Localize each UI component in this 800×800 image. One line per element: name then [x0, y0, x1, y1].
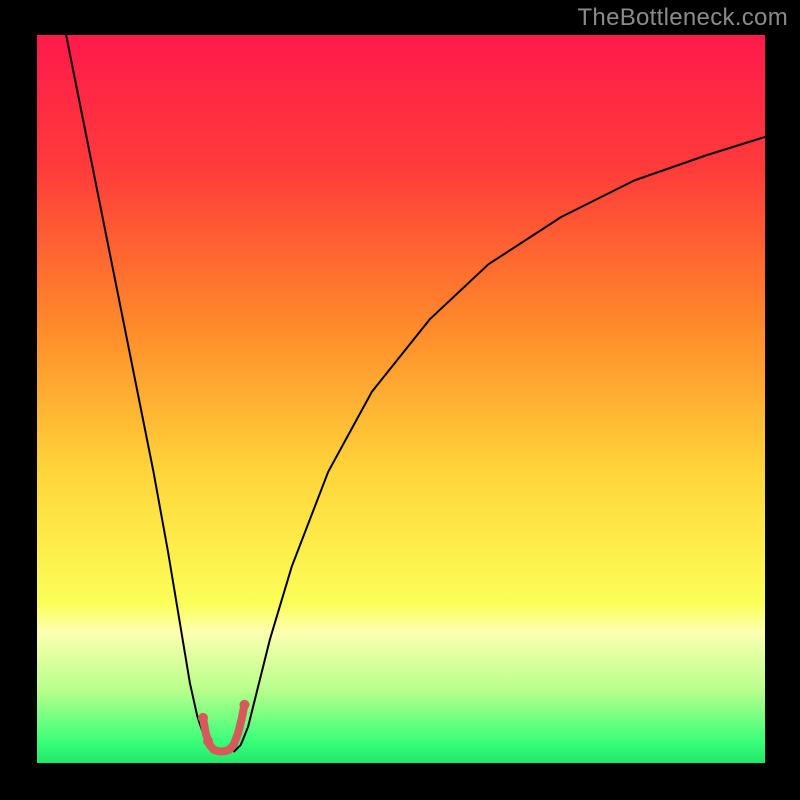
chart-frame: { "watermark": "TheBottleneck.com", "cha… — [0, 0, 800, 800]
watermark-text: TheBottleneck.com — [577, 4, 788, 32]
bottleneck-chart — [0, 0, 800, 800]
plot-background — [37, 35, 765, 763]
marker-dot-2 — [239, 700, 249, 710]
marker-dot-1 — [203, 736, 213, 746]
marker-dot-0 — [198, 713, 208, 723]
